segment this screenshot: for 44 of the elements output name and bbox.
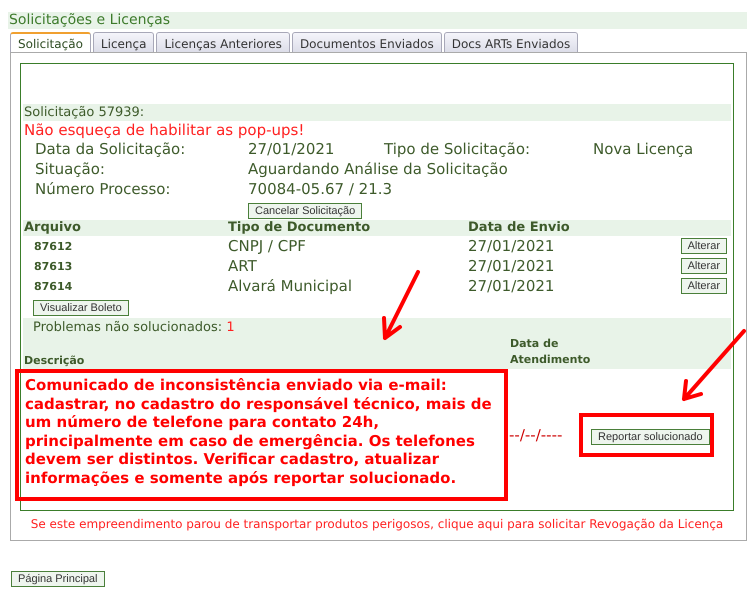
column-header: Data de Envio [468,220,571,236]
column-header: Tipo de Documento [228,220,372,236]
request-heading: Solicitação 57939: [23,104,731,121]
field-label: Situação: [35,159,106,179]
problems-label: Problemas não solucionados: [33,320,222,335]
problem-description: Comunicado de inconsistência enviado via e-mail: cadastrar, no cadastro do responsável técnico, mais de um número de telefone para contato 24h, principalmente em caso de emergência. Os telefones devem ser distintos. Verificar cadastro, atualizar informações e somente após reportar solucionado. [15,369,508,501]
tab[interactable]: Solicitação [10,32,91,52]
field-value: 70084-05.67 / 21.3 [248,179,394,199]
report-solved-button[interactable]: Reportar solucionado [591,429,710,445]
column-header: Data de Atendimento [510,336,590,368]
document-type: Alvará Municipal [228,277,354,295]
document-type: CNPJ / CPF [228,237,307,255]
tab[interactable]: Licença [92,32,154,52]
revocation-link[interactable]: Se este empreendimento parou de transportar produtos perigosos, clique aqui para solicitar Revogação da Licença [20,511,734,534]
field-label: Tipo de Solicitação: [384,139,532,159]
arrow-annotation [382,270,420,340]
main-page-button[interactable]: Página Principal [11,571,104,587]
field-label: Número Processo: [35,179,172,199]
file-number: 87613 [33,260,74,272]
document-type: ART [228,257,258,275]
edit-button[interactable]: Alterar [680,278,727,294]
page-title: Solicitações e Licenças [8,12,747,29]
arrow-annotation [682,329,746,401]
sent-date: 27/01/2021 [468,237,556,255]
field-value: Aguardando Análise da Solicitação [248,159,509,179]
problems-count: 1 [226,320,235,335]
column-header: Arquivo [24,220,82,236]
sent-date: 27/01/2021 [468,277,556,295]
sent-date: 27/01/2021 [468,257,556,275]
file-number: 87614 [33,280,74,292]
tab[interactable]: Docs ARTs Enviados [444,32,578,52]
column-header: Descrição [24,353,86,369]
field-label: Data da Solicitação: [35,139,186,159]
view-boleto-button[interactable]: Visualizar Boleto [33,300,129,316]
tab[interactable]: Licenças Anteriores [156,32,290,52]
popup-warning: Não esqueça de habilitar as pop-ups! [23,121,306,139]
edit-button[interactable]: Alterar [680,238,727,254]
field-value: Nova Licença [593,139,694,159]
file-number: 87612 [33,240,74,252]
edit-button[interactable]: Alterar [680,258,727,274]
service-date: --/--/---- [509,426,564,444]
tab[interactable]: Documentos Enviados [292,32,442,52]
cancel-request-button[interactable]: Cancelar Solicitação [248,203,362,219]
field-value: 27/01/2021 [248,139,336,159]
